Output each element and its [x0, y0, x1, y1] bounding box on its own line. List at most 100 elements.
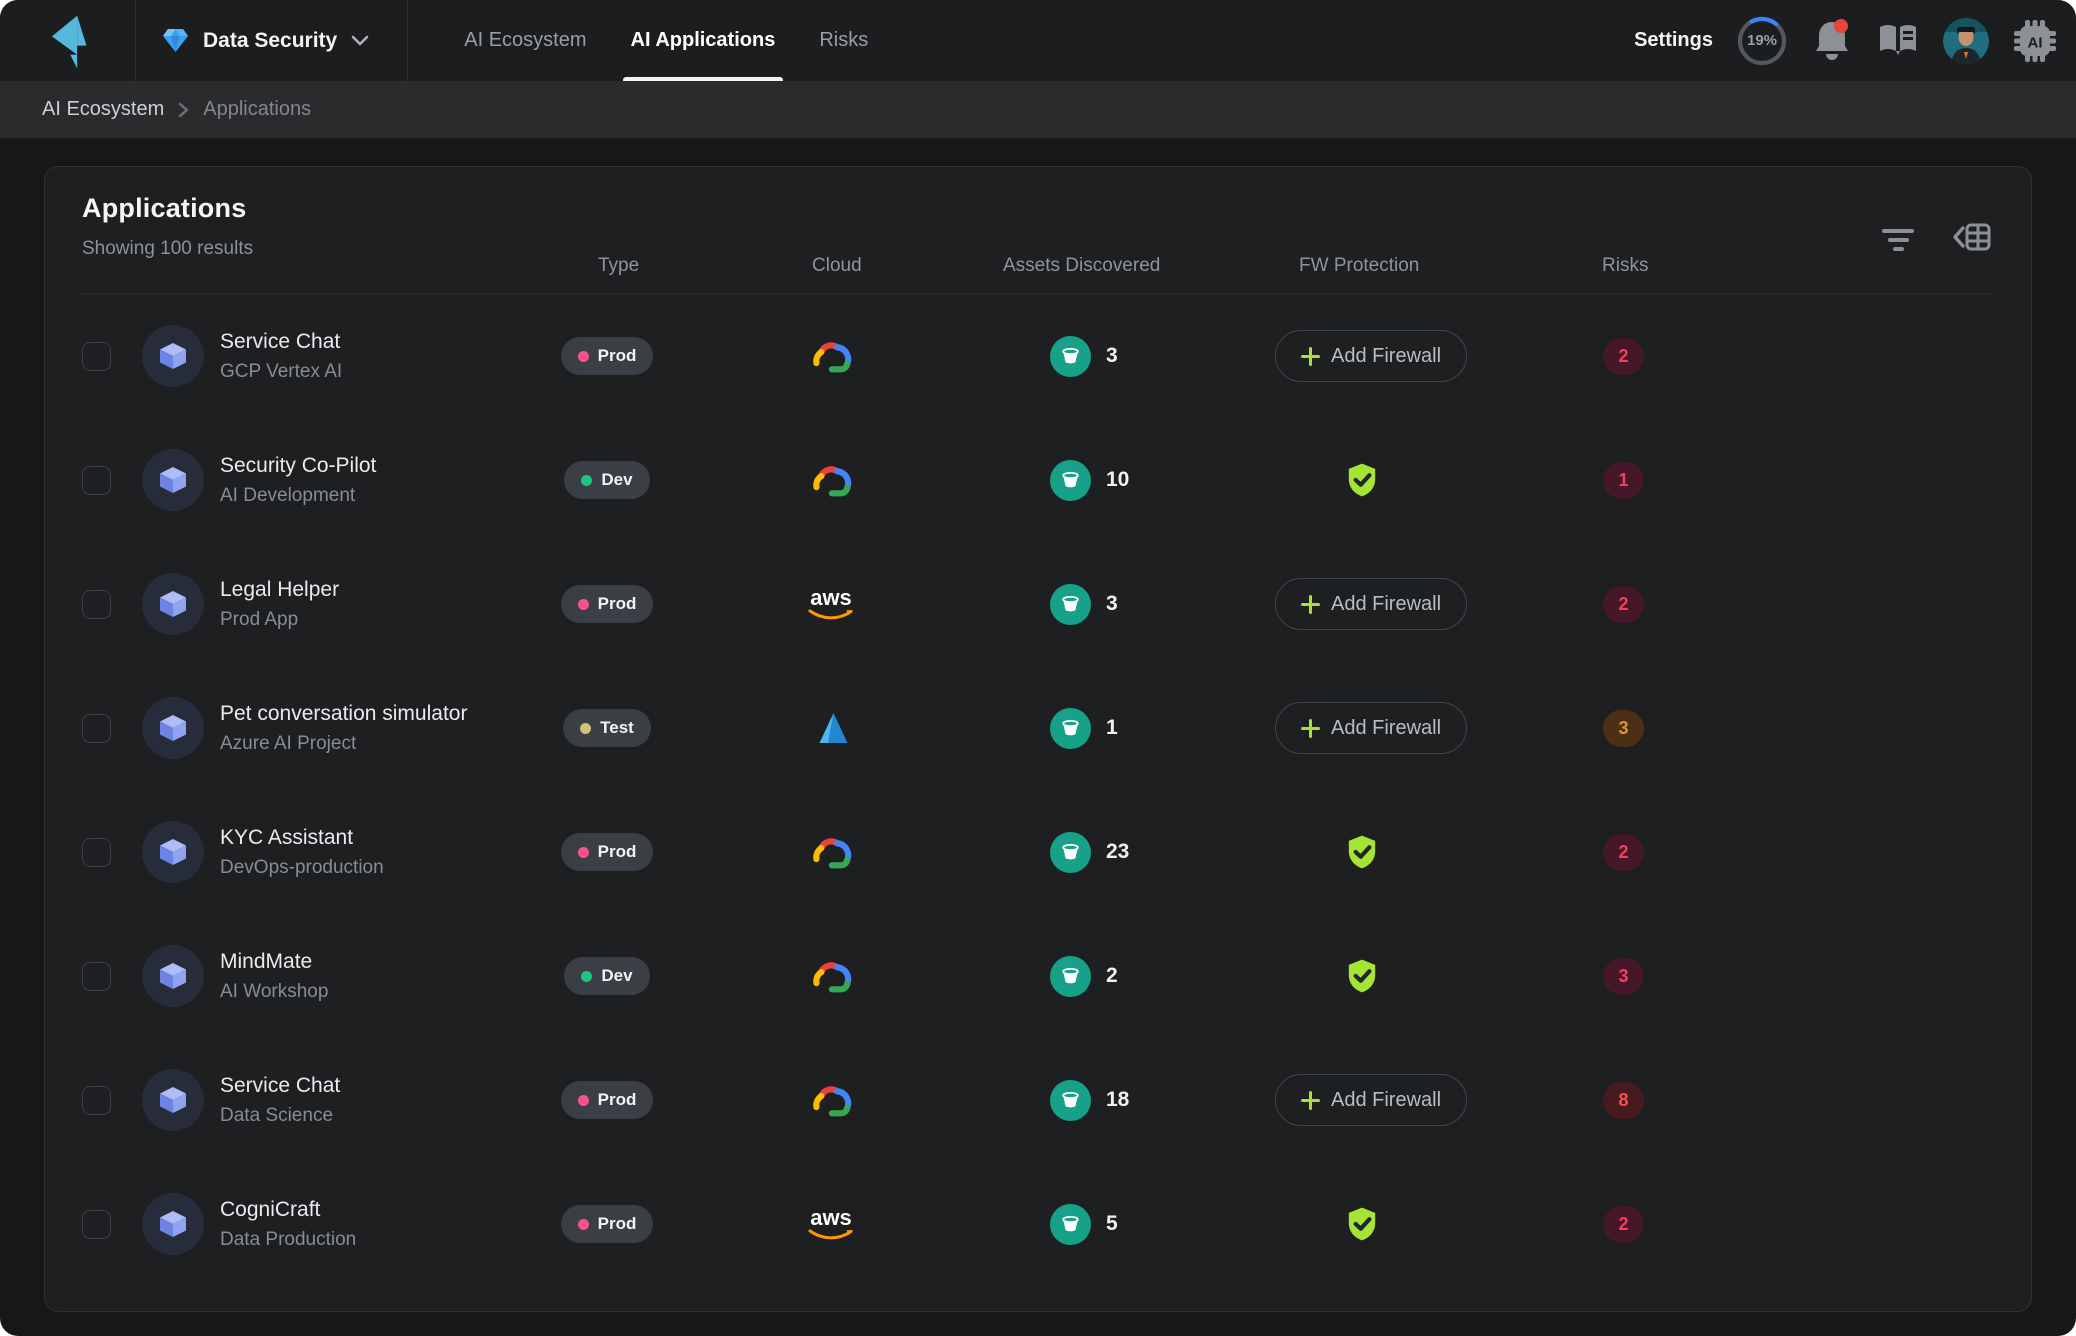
row-checkbox[interactable]: [82, 1086, 111, 1115]
plus-icon: [1301, 1091, 1320, 1110]
app-subtitle: AI Development: [220, 485, 518, 507]
tab-risks[interactable]: Risks: [815, 0, 872, 81]
app-name[interactable]: KYC Assistant: [220, 826, 518, 850]
assets-bucket-icon: [1050, 460, 1091, 501]
assets-count: 10: [1106, 468, 1129, 492]
table-row[interactable]: KYC Assistant DevOps-production Prod 23 …: [82, 790, 1994, 914]
breadcrumb-current: Applications: [203, 98, 311, 121]
ai-chip-label: AI: [2028, 34, 2043, 51]
risk-count-badge[interactable]: 2: [1603, 834, 1644, 871]
risk-count-badge[interactable]: 8: [1603, 1082, 1644, 1119]
cloud-aws-cell: aws: [696, 587, 966, 621]
env-label: Prod: [598, 842, 637, 862]
column-header-assets[interactable]: Assets Discovered: [966, 255, 1256, 293]
app-window: Data Security AI Ecosystem AI Application…: [0, 0, 2076, 1336]
env-dot-icon: [580, 723, 591, 734]
app-name[interactable]: Security Co-Pilot: [220, 454, 518, 478]
row-checkbox[interactable]: [82, 466, 111, 495]
env-badge: Prod: [561, 833, 654, 871]
cloud-gcp-icon: [808, 338, 854, 375]
env-dot-icon: [581, 971, 592, 982]
filter-icon[interactable]: [1878, 225, 1918, 255]
column-header-fw[interactable]: FW Protection: [1256, 255, 1566, 293]
assets-count: 3: [1106, 344, 1118, 368]
env-label: Dev: [601, 966, 632, 986]
column-header-risks[interactable]: Risks: [1566, 255, 1994, 293]
breadcrumb-parent[interactable]: AI Ecosystem: [42, 98, 164, 121]
main-content: Applications Showing 100 results: [0, 138, 2076, 1336]
table-row[interactable]: Service Chat Data Science Prod 18 Add Fi…: [82, 1038, 1994, 1162]
row-checkbox[interactable]: [82, 590, 111, 619]
docs-book-icon[interactable]: [1876, 23, 1920, 59]
column-header-type[interactable]: Type: [518, 255, 696, 293]
env-dot-icon: [581, 475, 592, 486]
assets-bucket-icon: [1050, 708, 1091, 749]
nav-divider: [407, 0, 408, 81]
app-cube-icon: [142, 821, 204, 883]
app-name[interactable]: Service Chat: [220, 1074, 518, 1098]
column-header-cloud[interactable]: Cloud: [696, 255, 966, 293]
row-checkbox[interactable]: [82, 714, 111, 743]
product-switcher[interactable]: Data Security: [136, 0, 407, 81]
risk-count-badge[interactable]: 1: [1603, 462, 1644, 499]
table-row[interactable]: Service Chat GCP Vertex AI Prod 3 Add Fi…: [82, 294, 1994, 418]
nav-tabs: AI Ecosystem AI Applications Risks: [460, 0, 872, 81]
risk-count-badge[interactable]: 2: [1603, 338, 1644, 375]
row-checkbox[interactable]: [82, 838, 111, 867]
cloud-gcp-cell: [696, 834, 966, 871]
usage-ring[interactable]: 19%: [1736, 15, 1788, 67]
app-cube-icon: [142, 1069, 204, 1131]
app-cube-icon: [142, 449, 204, 511]
add-firewall-button[interactable]: Add Firewall: [1275, 330, 1467, 382]
assets-bucket-icon: [1050, 1080, 1091, 1121]
table-row[interactable]: Legal Helper Prod App Prod aws 3 Add Fir…: [82, 542, 1994, 666]
row-checkbox[interactable]: [82, 1210, 111, 1239]
app-cube-icon: [142, 573, 204, 635]
assets-count: 1: [1106, 716, 1118, 740]
risk-count-badge[interactable]: 3: [1603, 710, 1644, 747]
env-label: Dev: [601, 470, 632, 490]
app-subtitle: AI Workshop: [220, 981, 518, 1003]
table-row[interactable]: Pet conversation simulator Azure AI Proj…: [82, 666, 1994, 790]
row-checkbox[interactable]: [82, 342, 111, 371]
app-name[interactable]: Legal Helper: [220, 578, 518, 602]
env-dot-icon: [578, 1095, 589, 1106]
app-cube-icon: [142, 325, 204, 387]
table-row[interactable]: CogniCraft Data Production Prod aws 5 2: [82, 1162, 1994, 1286]
app-name[interactable]: Service Chat: [220, 330, 518, 354]
env-badge: Dev: [564, 957, 649, 995]
row-checkbox[interactable]: [82, 962, 111, 991]
add-firewall-button[interactable]: Add Firewall: [1275, 702, 1467, 754]
app-subtitle: GCP Vertex AI: [220, 361, 518, 383]
table-header: Applications Showing 100 results: [82, 167, 1994, 294]
user-avatar[interactable]: [1943, 18, 1989, 64]
table-row[interactable]: Security Co-Pilot AI Development Dev 10 …: [82, 418, 1994, 542]
cloud-azure-cell: [696, 711, 966, 745]
chevron-down-icon: [351, 35, 369, 46]
tab-ai-applications[interactable]: AI Applications: [627, 0, 780, 81]
env-dot-icon: [578, 847, 589, 858]
assets-bucket-icon: [1050, 832, 1091, 873]
ai-chip-icon[interactable]: AI: [2012, 18, 2058, 64]
manage-columns-icon[interactable]: [1950, 219, 1994, 260]
app-name[interactable]: Pet conversation simulator: [220, 702, 518, 726]
table-row[interactable]: MindMate AI Workshop Dev 2 3: [82, 914, 1994, 1038]
risk-count-badge[interactable]: 2: [1603, 586, 1644, 623]
app-subtitle: Azure AI Project: [220, 733, 518, 755]
add-firewall-button[interactable]: Add Firewall: [1275, 578, 1467, 630]
settings-link[interactable]: Settings: [1634, 29, 1713, 52]
cloud-gcp-icon: [808, 834, 854, 871]
app-logo[interactable]: [0, 0, 135, 81]
env-label: Prod: [598, 594, 637, 614]
risk-count-badge[interactable]: 2: [1603, 1206, 1644, 1243]
add-firewall-button[interactable]: Add Firewall: [1275, 1074, 1467, 1126]
risk-count-badge[interactable]: 3: [1603, 958, 1644, 995]
app-name[interactable]: CogniCraft: [220, 1198, 518, 1222]
assets-count: 5: [1106, 1212, 1118, 1236]
notification-bell-icon[interactable]: [1811, 18, 1853, 64]
tab-ai-ecosystem[interactable]: AI Ecosystem: [460, 0, 590, 81]
cloud-aws-icon: aws: [808, 1207, 854, 1241]
env-label: Prod: [598, 1214, 637, 1234]
env-label: Prod: [598, 1090, 637, 1110]
app-name[interactable]: MindMate: [220, 950, 518, 974]
